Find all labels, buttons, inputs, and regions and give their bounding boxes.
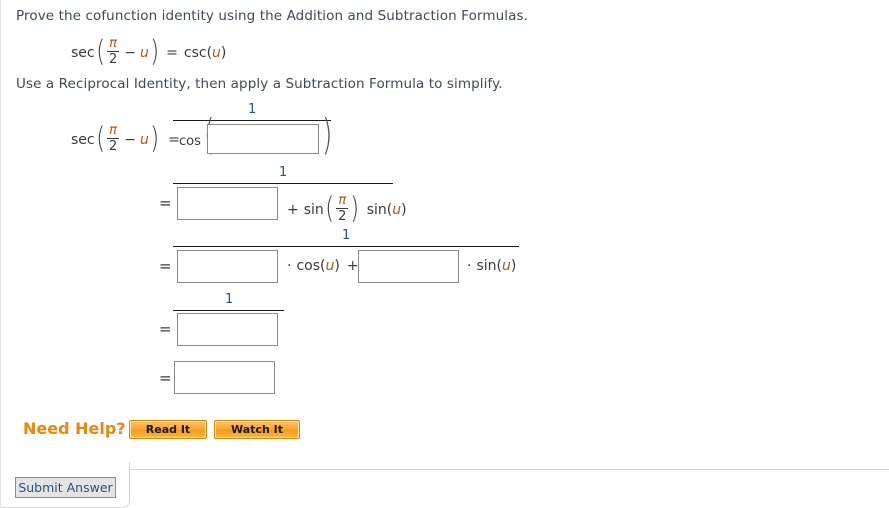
- line2-answer-input[interactable]: [177, 187, 278, 220]
- line2-equals-sign: =: [159, 194, 172, 212]
- cos-label: cos: [179, 134, 201, 149]
- line3-tail-operators: · sin(u): [467, 258, 516, 274]
- multiplication-dot: ·: [287, 258, 292, 274]
- line2-denominator-tail: + sin( π 2 ) sin(u): [287, 191, 407, 225]
- pi-symbol: π: [109, 123, 117, 138]
- pi-symbol: π: [338, 193, 347, 208]
- line1-left-expression: sec( π 2 − u) =: [71, 121, 180, 155]
- sin-u-label: sin(: [366, 202, 393, 218]
- line1-answer-input[interactable]: [207, 124, 319, 154]
- two-numeral: 2: [108, 139, 118, 154]
- minus-sign: −: [124, 132, 136, 148]
- close-paren-text: ): [401, 202, 407, 218]
- line3-equals-sign: =: [159, 257, 172, 275]
- variable-u: u: [501, 258, 511, 274]
- variable-u: u: [212, 45, 221, 61]
- close-paren-text: ): [510, 258, 517, 274]
- line4-fraction-bar: [173, 310, 284, 311]
- solution-hint: Use a Reciprocal Identity, then apply a …: [16, 76, 503, 92]
- two-numeral: 2: [108, 52, 118, 67]
- line3-fraction-bar: [173, 246, 519, 247]
- line4-answer-input[interactable]: [177, 313, 278, 346]
- variable-u: u: [139, 45, 149, 61]
- sec-label: sec: [71, 132, 95, 148]
- identity-sec-label: sec: [71, 45, 95, 61]
- identity-equation: sec( π 2 − u) = csc(u): [71, 34, 227, 68]
- cos-u-label: cos(: [296, 258, 326, 274]
- line4-equals-sign: =: [159, 320, 172, 338]
- line3-answer-input-1[interactable]: [177, 250, 278, 283]
- exercise-page: Prove the cofunction identity using the …: [0, 0, 889, 508]
- line3-middle-operators: · cos(u) +: [287, 258, 359, 274]
- pi-over-two-fraction: π 2: [106, 36, 120, 67]
- line1-numerator: 1: [248, 102, 257, 117]
- equals-sign: =: [166, 45, 178, 61]
- line5-answer-input[interactable]: [174, 361, 275, 394]
- line4-numerator: 1: [225, 292, 234, 307]
- submit-answer-button[interactable]: Submit Answer: [15, 477, 116, 498]
- read-it-button[interactable]: Read It: [129, 420, 207, 439]
- submit-divider: [130, 469, 889, 470]
- variable-u: u: [392, 202, 402, 218]
- identity-csc-label: csc(: [183, 45, 213, 61]
- need-help-label: Need Help?: [23, 419, 126, 438]
- problem-statement: Prove the cofunction identity using the …: [16, 8, 528, 24]
- pi-over-two-fraction: π 2: [336, 193, 349, 224]
- close-paren-text: ): [334, 258, 340, 274]
- variable-u: u: [139, 132, 149, 148]
- plus-sign: +: [287, 202, 299, 218]
- close-paren-text: ): [220, 45, 227, 61]
- two-numeral: 2: [338, 209, 347, 224]
- line3-numerator: 1: [342, 228, 351, 243]
- watch-it-button[interactable]: Watch It: [214, 420, 300, 439]
- sin-u-label: sin(: [476, 258, 502, 274]
- line2-fraction-bar: [173, 183, 393, 184]
- line1-denominator-close-paren: ): [321, 110, 333, 159]
- plus-sign: +: [346, 258, 359, 274]
- pi-over-two-fraction: π 2: [106, 123, 120, 154]
- pi-symbol: π: [109, 36, 117, 51]
- sin-label: sin: [303, 202, 324, 218]
- line2-numerator: 1: [279, 165, 288, 180]
- minus-sign: −: [124, 45, 136, 61]
- line5-equals-sign: =: [159, 369, 172, 387]
- multiplication-dot: ·: [467, 258, 472, 274]
- line3-answer-input-2[interactable]: [358, 250, 459, 283]
- line1-fraction-bar: [173, 120, 331, 121]
